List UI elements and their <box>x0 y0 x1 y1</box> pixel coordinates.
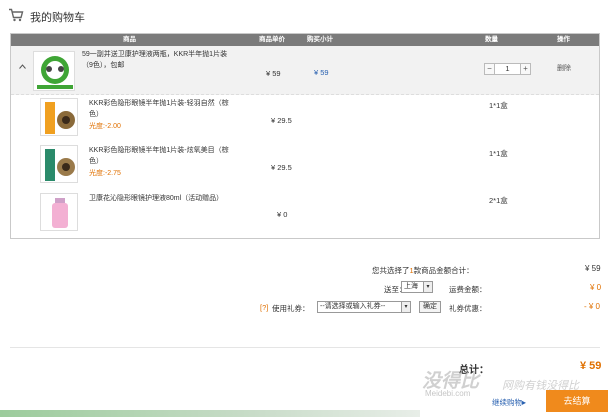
bundle-subtotal: ¥ 59 <box>314 68 329 77</box>
item-price: ¥ 0 <box>277 210 288 219</box>
watermark-site: Meidebi.com <box>425 389 471 398</box>
item-name-line1[interactable]: 卫康花沁隐形眼镜护理液80ml（活动赠品） <box>89 193 223 205</box>
item-quantity: 2*1盒 <box>489 196 508 205</box>
coupon-discount-label: 礼券优惠： <box>449 304 487 313</box>
header-quantity: 数量 <box>485 36 498 43</box>
quantity-minus-button[interactable]: − <box>484 63 495 75</box>
selected-prefix: 您共选择了 <box>372 266 410 275</box>
lens-box-icon <box>41 99 77 135</box>
solution-bottle-icon <box>41 194 77 230</box>
coupon-select[interactable]: --请选择或输入礼券-- ▾ <box>317 301 411 313</box>
bundle-image-icon <box>34 52 74 90</box>
chevron-down-icon: ▾ <box>423 282 432 292</box>
continue-shopping-link[interactable]: 继续购物▸ <box>492 397 526 408</box>
continue-label: 继续购物 <box>492 398 522 407</box>
page-title: 我的购物车 <box>30 12 85 24</box>
divider <box>10 347 600 348</box>
header-product: 商品 <box>123 36 136 43</box>
item-discount: 光度:-2.00 <box>89 123 121 130</box>
item-name-line2: 色） <box>89 158 103 165</box>
item-name-line2: 色） <box>89 111 103 118</box>
selected-summary: 您共选择了1款商品金额合计： <box>372 265 474 276</box>
coupon-select-value: --请选择或输入礼券-- <box>320 303 386 310</box>
table-header: 商品 商品单价 购买小计 数量 操作 <box>11 34 599 46</box>
coupon-confirm-button[interactable]: 确定 <box>419 301 441 313</box>
header-subtotal: 购买小计 <box>307 36 333 43</box>
chevron-up-icon[interactable] <box>19 64 26 69</box>
selected-suffix: 款商品金额合计： <box>413 266 474 275</box>
region-value: 上海 <box>404 283 418 290</box>
coupon-label: 使用礼券： <box>272 304 310 313</box>
cart-icon <box>9 8 24 22</box>
quantity-input[interactable]: 1 <box>495 63 520 75</box>
item-name-line1[interactable]: KKR彩色隐形眼镜半年抛1片装-轻羽自然（棕 <box>89 98 229 110</box>
item-name-line1[interactable]: KKR彩色隐形眼镜半年抛1片装-炫氧美目（棕 <box>89 145 229 157</box>
shipping-label: 运费金额： <box>449 285 487 294</box>
bottom-banner-strip <box>0 410 420 417</box>
item-price: ¥ 29.5 <box>271 116 292 125</box>
shipping-value: ¥ 0 <box>590 283 602 292</box>
bundle-unit-price: ¥ 59 <box>266 69 281 78</box>
quantity-plus-button[interactable]: + <box>520 63 531 75</box>
quantity-stepper: − 1 + <box>484 63 531 75</box>
product-thumbnail[interactable] <box>40 145 78 183</box>
header-unit-price: 商品单价 <box>259 36 285 43</box>
header-actions: 操作 <box>557 36 570 43</box>
item-quantity: 1*1盒 <box>489 101 508 110</box>
region-select[interactable]: 上海 ▾ <box>401 281 433 293</box>
goods-total: ¥ 59 <box>585 264 601 273</box>
coupon-help-link[interactable]: [?] <box>260 303 268 312</box>
coupon-discount-value: - ¥ 0 <box>584 302 601 311</box>
total-value: ¥ 59 <box>580 360 602 372</box>
arrow-right-icon: ▸ <box>522 398 527 407</box>
item-quantity: 1*1盒 <box>489 149 508 158</box>
delete-link[interactable]: 删除 <box>557 63 571 73</box>
item-discount: 光度:-2.75 <box>89 170 121 177</box>
product-thumbnail[interactable] <box>33 51 75 91</box>
chevron-down-icon: ▾ <box>401 302 410 312</box>
product-thumbnail[interactable] <box>40 98 78 136</box>
item-price: ¥ 29.5 <box>271 163 292 172</box>
lens-box-icon <box>41 146 77 182</box>
checkout-button[interactable]: 去结算 <box>546 390 608 412</box>
product-thumbnail[interactable] <box>40 193 78 231</box>
bundle-name-line2: （9色），包邮 <box>82 62 125 69</box>
